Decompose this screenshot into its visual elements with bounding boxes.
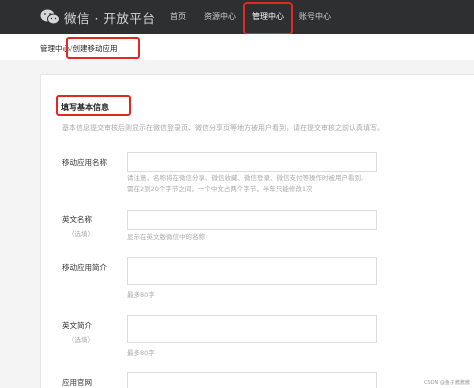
en-intro-label: 英文简介 bbox=[62, 321, 92, 330]
en-intro-optional: （选填） bbox=[68, 336, 94, 344]
highlight-box-section bbox=[56, 95, 131, 116]
en-name-input[interactable] bbox=[127, 210, 377, 230]
en-name-hint: 显示在英文版微信中的名称 bbox=[127, 233, 205, 241]
website-input[interactable] bbox=[127, 372, 377, 388]
en-intro-hint: 最多80字 bbox=[127, 349, 155, 357]
app-name-hint-2: 需在2到20个字节之间，一个中文占两个字节，半年只能修改1次 bbox=[127, 185, 313, 193]
nav-home[interactable]: 首页 bbox=[170, 11, 186, 22]
wechat-logo-icon[interactable] bbox=[40, 9, 60, 25]
website-label: 应用官网 bbox=[62, 378, 92, 387]
intro-textarea[interactable] bbox=[127, 257, 377, 285]
section-description: 基本信息提交审核后则显示在微信登录页、微信分享页等地方被用户看到，请在提交审核之… bbox=[62, 124, 384, 132]
brand-title[interactable]: 微信 · 开放平台 bbox=[64, 8, 155, 27]
en-name-label: 英文名称 bbox=[62, 215, 92, 224]
en-intro-textarea[interactable] bbox=[127, 315, 377, 343]
app-name-input[interactable] bbox=[127, 152, 377, 172]
highlight-box-breadcrumb bbox=[66, 37, 140, 59]
app-name-label: 移动应用名称 bbox=[62, 158, 107, 167]
intro-label: 移动应用简介 bbox=[62, 263, 107, 272]
intro-hint: 最多80字 bbox=[127, 291, 155, 299]
app-name-hint-1: 请注意，名称将在微信分享、微信收藏、微信登录、微信支付等操作时被用户看到, bbox=[127, 174, 364, 182]
watermark: CSDN @鱼子酱酱酱 bbox=[424, 380, 470, 386]
nav-account[interactable]: 账号中心 bbox=[299, 11, 331, 22]
highlight-box-nav bbox=[243, 2, 293, 35]
en-name-optional: （选填） bbox=[68, 230, 94, 238]
nav-resources[interactable]: 资源中心 bbox=[204, 11, 236, 22]
top-navbar: 微信 · 开放平台 bbox=[0, 0, 474, 34]
